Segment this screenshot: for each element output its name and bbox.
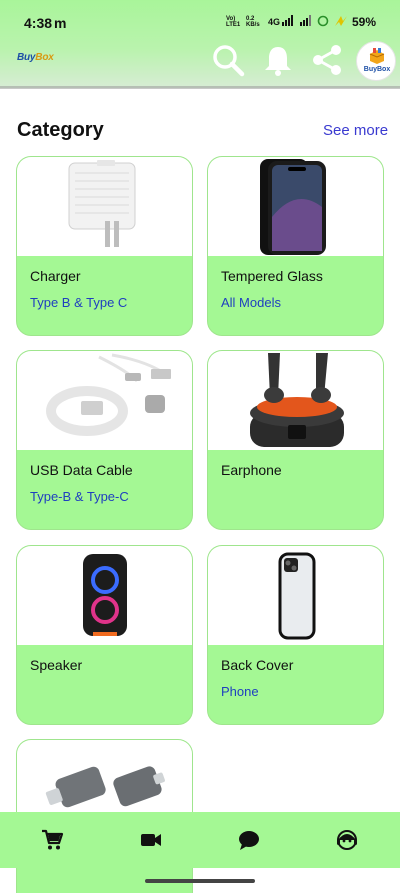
- signal-icon-2: [300, 15, 311, 26]
- search-icon[interactable]: [210, 42, 246, 78]
- net-speed: 0.2 KB/s: [246, 16, 260, 28]
- video-camera-icon[interactable]: [139, 828, 163, 852]
- app-screen: 4:38 m Vo) LTE1 0.2 KB/s 4G 59% BuyBox B…: [0, 0, 400, 893]
- home-indicator[interactable]: [145, 879, 255, 883]
- signal-icon: [282, 15, 293, 26]
- chat-icon[interactable]: [237, 828, 261, 852]
- card-subtitle: Type B & Type C: [30, 295, 128, 310]
- see-more-link[interactable]: See more: [323, 122, 388, 139]
- card-title: Tempered Glass: [221, 268, 323, 284]
- card-image: [17, 351, 192, 450]
- share-icon[interactable]: [309, 42, 345, 78]
- battery-saver-icon: [335, 16, 347, 26]
- charger-image: [68, 160, 136, 247]
- sync-icon: [317, 15, 329, 27]
- card-image: [17, 546, 192, 645]
- app-logo[interactable]: BuyBox: [17, 52, 54, 63]
- card-image: [208, 546, 383, 645]
- category-card-charger[interactable]: Charger Type B & Type C: [16, 156, 193, 336]
- speaker-image: [83, 554, 127, 636]
- card-title: Back Cover: [221, 657, 294, 673]
- avatar-label: BuyBox: [363, 66, 391, 73]
- category-card-speaker[interactable]: Speaker: [16, 545, 193, 725]
- logo-text-a: Buy: [17, 52, 36, 63]
- card-title: Earphone: [221, 462, 282, 478]
- card-subtitle: Type-B & Type-C: [30, 489, 129, 504]
- section-title: Category: [17, 119, 104, 141]
- category-card-usb-data-cable[interactable]: USB Data Cable Type-B & Type-C: [16, 350, 193, 530]
- back-cover-image: [278, 552, 316, 640]
- tempered-glass-image: [260, 159, 326, 255]
- card-image: [17, 157, 192, 256]
- status-m-icon: m: [54, 15, 67, 31]
- card-title: Charger: [30, 268, 81, 284]
- card-title: USB Data Cable: [30, 462, 133, 478]
- category-card-earphone[interactable]: Earphone: [207, 350, 384, 530]
- usb-cable-image: [46, 353, 171, 436]
- card-image: [208, 157, 383, 256]
- volte-bottom: LTE1: [226, 22, 241, 28]
- header-divider: [0, 86, 400, 89]
- status-bar: 4:38 m Vo) LTE1 0.2 KB/s 4G 59%: [0, 0, 400, 42]
- category-card-tempered-glass[interactable]: Tempered Glass All Models: [207, 156, 384, 336]
- logo-text-b: Box: [35, 52, 54, 63]
- profile-avatar[interactable]: BuyBox: [356, 41, 396, 81]
- card-image: [208, 351, 383, 450]
- card-subtitle: All Models: [221, 295, 281, 310]
- category-card-back-cover[interactable]: Back Cover Phone: [207, 545, 384, 725]
- speed-unit: KB/s: [246, 22, 260, 28]
- network-type: 4G: [268, 17, 281, 27]
- volte-icon: Vo) LTE1: [226, 16, 240, 28]
- status-time: 4:38: [24, 15, 53, 31]
- card-subtitle: Phone: [221, 684, 259, 699]
- bell-icon[interactable]: [260, 42, 296, 78]
- cart-icon[interactable]: [40, 828, 64, 852]
- card-title: Speaker: [30, 657, 83, 673]
- support-agent-icon[interactable]: [335, 828, 359, 852]
- earphone-image: [250, 353, 344, 447]
- bottom-nav: [0, 812, 400, 868]
- battery-percent: 59%: [352, 15, 377, 29]
- box-logo-icon: [369, 48, 385, 64]
